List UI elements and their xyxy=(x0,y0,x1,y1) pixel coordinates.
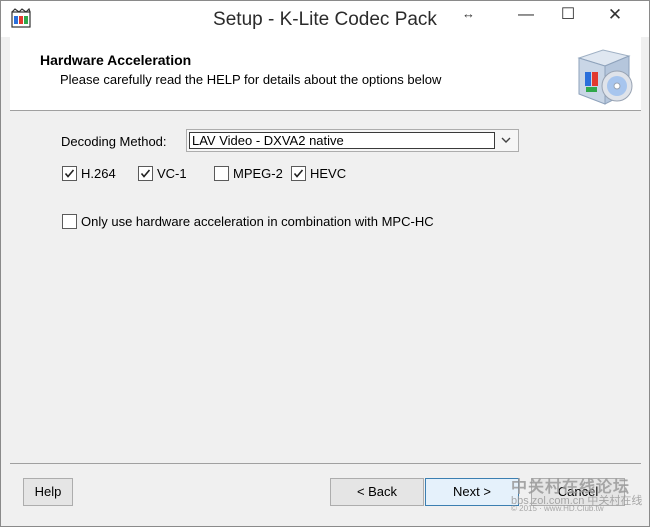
watermark-line-3: © 2015 · www.HD.Club.tw xyxy=(511,504,604,513)
vc1-label[interactable]: VC-1 xyxy=(157,166,187,181)
resize-arrows-icon: ↔ xyxy=(462,6,475,21)
decoding-method-value: LAV Video - DXVA2 native xyxy=(189,132,495,149)
page-subtitle: Please carefully read the HELP for detai… xyxy=(60,72,442,87)
decoding-method-select[interactable]: LAV Video - DXVA2 native xyxy=(186,129,519,152)
hevc-checkbox[interactable] xyxy=(291,166,306,181)
mpeg2-label[interactable]: MPEG-2 xyxy=(233,166,283,181)
help-button[interactable]: Help xyxy=(23,478,73,506)
close-button[interactable]: ✕ xyxy=(591,1,639,31)
footer-divider xyxy=(10,463,641,464)
h264-checkbox[interactable] xyxy=(62,166,77,181)
chevron-down-icon[interactable] xyxy=(496,132,516,149)
next-button-label: Next > xyxy=(453,484,491,499)
page-header: Hardware Acceleration Please carefully r… xyxy=(10,37,641,111)
help-button-label: Help xyxy=(34,484,62,499)
back-button[interactable]: < Back xyxy=(330,478,424,506)
window-title: Setup - K-Lite Codec Pack xyxy=(213,9,437,30)
page-title: Hardware Acceleration xyxy=(40,52,192,68)
maximize-button[interactable]: ☐ xyxy=(554,1,582,31)
checkmark-icon xyxy=(140,169,151,178)
title-bar[interactable]: Setup - K-Lite Codec Pack ↔ — ☐ ✕ xyxy=(1,1,649,37)
minimize-button[interactable]: — xyxy=(511,1,541,31)
next-button[interactable]: Next > xyxy=(425,478,519,506)
mpc-hc-only-label[interactable]: Only use hardware acceleration in combin… xyxy=(81,214,434,229)
vc1-checkbox[interactable] xyxy=(138,166,153,181)
h264-label[interactable]: H.264 xyxy=(81,166,116,181)
setup-window: Setup - K-Lite Codec Pack ↔ — ☐ ✕ Hardwa… xyxy=(0,0,650,527)
hevc-label[interactable]: HEVC xyxy=(310,166,346,181)
mpc-hc-only-checkbox[interactable] xyxy=(62,214,77,229)
checkmark-icon xyxy=(293,169,304,178)
setup-box-icon xyxy=(577,49,633,105)
site-watermark: 中关村在线论坛 bbs.zol.com.cn 中关村在线 © 2015 · ww… xyxy=(511,473,646,518)
decoding-method-label: Decoding Method: xyxy=(61,134,167,149)
mpeg2-checkbox[interactable] xyxy=(214,166,229,181)
back-button-label: < Back xyxy=(356,484,398,499)
checkmark-icon xyxy=(64,169,75,178)
